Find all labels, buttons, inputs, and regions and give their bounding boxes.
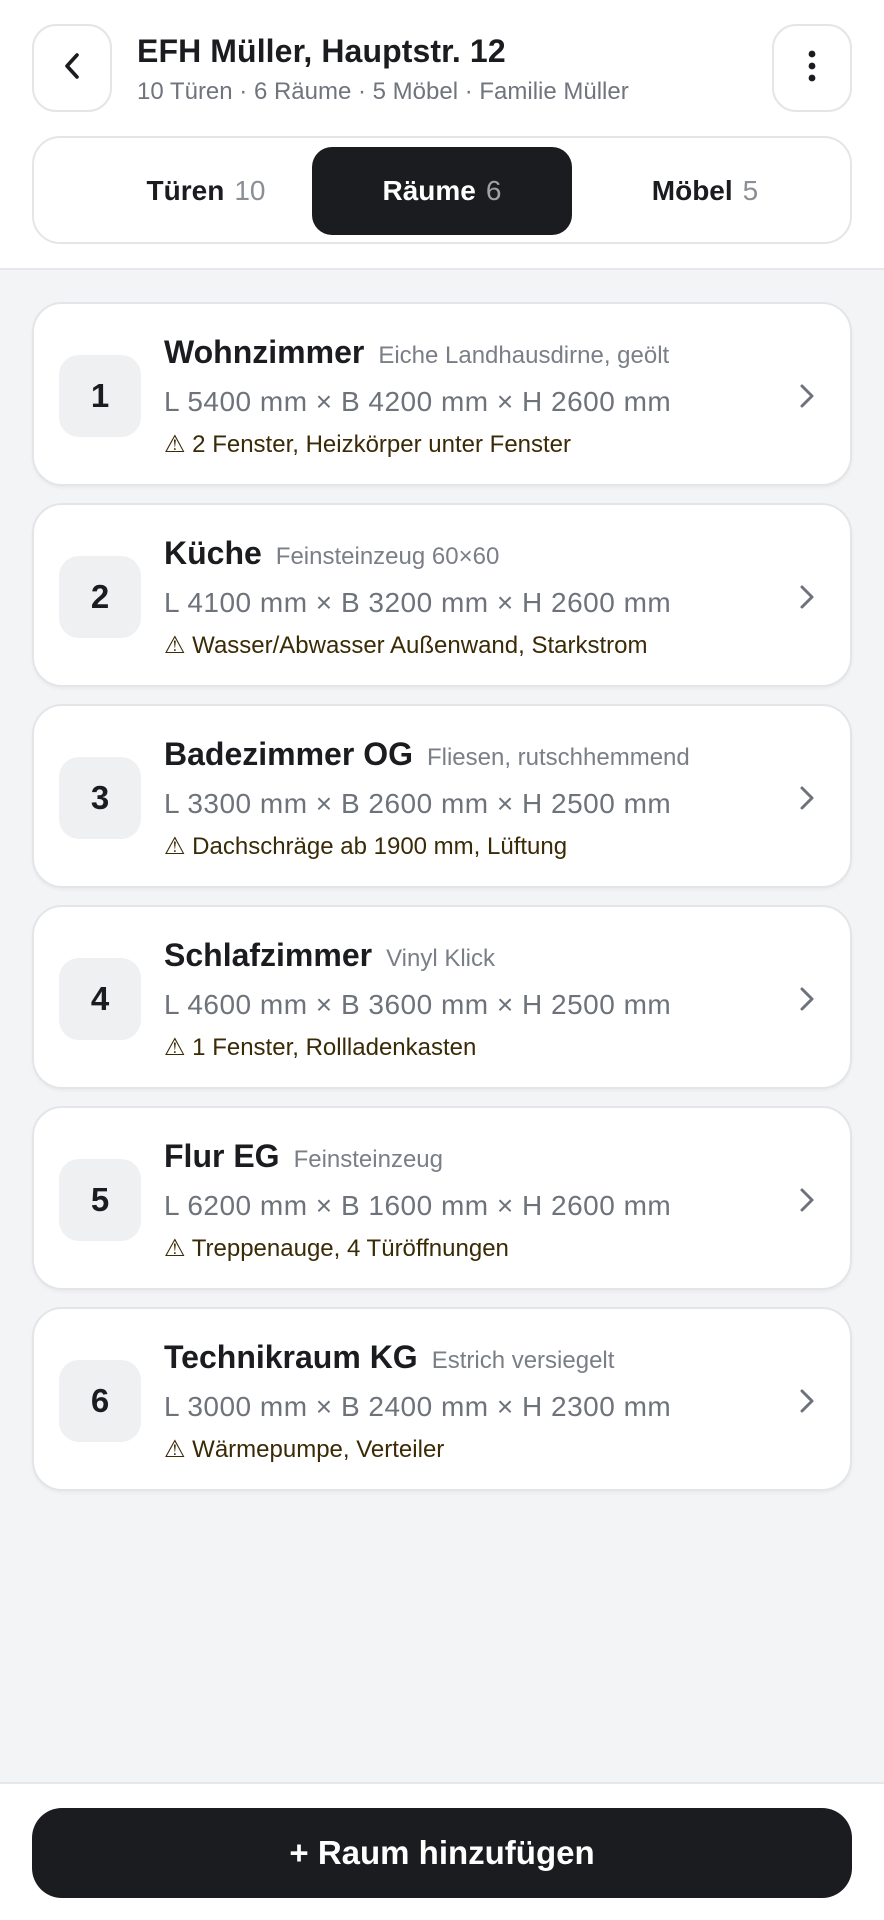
room-warning-note: ⚠ Wasser/Abwasser Außenwand, Starkstrom <box>164 632 648 659</box>
add-room-button[interactable]: + Raum hinzufügen <box>32 1808 852 1898</box>
room-card[interactable]: 5 Flur EG Feinsteinzeug L 6200 mm × B 160… <box>32 1106 852 1290</box>
chevron-right-icon <box>796 983 818 1015</box>
room-warning-note: ⚠ Dachschräge ab 1900 mm, Lüftung <box>164 833 568 860</box>
room-name: Küche <box>164 535 262 571</box>
tab-raeume[interactable]: Räume 6 <box>312 147 572 235</box>
chevron-right-icon <box>796 581 818 613</box>
room-name: Wohnzimmer <box>164 334 365 370</box>
room-number-badge: 3 <box>59 757 141 839</box>
project-title: EFH Müller, Hauptstr. 12 <box>137 33 506 69</box>
tab-label: Türen <box>146 175 225 206</box>
room-number-badge: 6 <box>59 1360 141 1442</box>
room-name: Technikraum KG <box>164 1339 418 1375</box>
room-number-badge: 5 <box>59 1159 141 1241</box>
room-name: Badezimmer OG <box>164 736 413 772</box>
room-dimensions: L 4100 mm × B 3200 mm × H 2600 mm <box>164 587 672 618</box>
room-heading: Badezimmer OG Fliesen, rutschhemmend <box>164 736 690 773</box>
segmented-tabs: Türen 10 Räume 6 Möbel 5 <box>32 136 852 244</box>
room-warning-note: ⚠ 2 Fenster, Heizkörper unter Fenster <box>164 431 572 458</box>
room-card[interactable]: 2 Küche Feinsteinzeug 60×60 L 4100 mm × B… <box>32 503 852 687</box>
tab-label: Möbel <box>651 175 733 206</box>
room-warning-note: ⚠ 1 Fenster, Rollladenkasten <box>164 1034 477 1061</box>
room-dimensions: L 6200 mm × B 1600 mm × H 2600 mm <box>164 1190 672 1221</box>
more-vertical-icon <box>807 49 817 88</box>
room-heading: Küche Feinsteinzeug 60×60 <box>164 535 499 572</box>
header: EFH Müller, Hauptstr. 12 10 Türen · 6 Rä… <box>0 0 884 270</box>
room-number-badge: 2 <box>59 556 141 638</box>
room-name: Flur EG <box>164 1138 280 1174</box>
tab-count: 5 <box>742 175 759 206</box>
room-warning-note: ⚠ Treppenauge, 4 Türöffnungen <box>164 1235 509 1262</box>
room-number-badge: 4 <box>59 958 141 1040</box>
room-floor: Estrich versiegelt <box>431 1347 615 1374</box>
tab-tueren[interactable]: Türen 10 <box>76 147 336 235</box>
chevron-right-icon <box>796 1184 818 1216</box>
room-dimensions: L 5400 mm × B 4200 mm × H 2600 mm <box>164 386 672 417</box>
bottom-action-bar: + Raum hinzufügen <box>0 1782 884 1920</box>
more-options-button[interactable] <box>772 24 852 112</box>
room-floor: Vinyl Klick <box>386 945 496 972</box>
room-heading: Schlafzimmer Vinyl Klick <box>164 937 495 974</box>
room-card[interactable]: 4 Schlafzimmer Vinyl Klick L 4600 mm × B … <box>32 905 852 1089</box>
room-heading: Flur EG Feinsteinzeug <box>164 1138 443 1175</box>
project-subtitle: 10 Türen · 6 Räume · 5 Möbel · Familie M… <box>137 78 629 105</box>
back-button[interactable] <box>32 24 112 112</box>
room-floor: Fliesen, rutschhemmend <box>426 744 690 771</box>
room-list: 1 Wohnzimmer Eiche Landhausdirne, geölt L… <box>32 302 852 1508</box>
chevron-right-icon <box>796 782 818 814</box>
room-dimensions: L 3000 mm × B 2400 mm × H 2300 mm <box>164 1391 672 1422</box>
room-number-badge: 1 <box>59 355 141 437</box>
room-card[interactable]: 3 Badezimmer OG Fliesen, rutschhemmend L … <box>32 704 852 888</box>
project-rooms-screen: EFH Müller, Hauptstr. 12 10 Türen · 6 Rä… <box>0 0 884 1920</box>
room-card[interactable]: 1 Wohnzimmer Eiche Landhausdirne, geölt L… <box>32 302 852 486</box>
room-floor: Eiche Landhausdirne, geölt <box>378 342 670 369</box>
room-heading: Technikraum KG Estrich versiegelt <box>164 1339 614 1376</box>
tab-count: 6 <box>485 175 502 206</box>
room-dimensions: L 3300 mm × B 2600 mm × H 2500 mm <box>164 788 672 819</box>
tab-label: Räume <box>382 175 476 206</box>
chevron-right-icon <box>796 380 818 412</box>
chevron-right-icon <box>796 1385 818 1417</box>
room-heading: Wohnzimmer Eiche Landhausdirne, geölt <box>164 334 669 371</box>
room-card[interactable]: 6 Technikraum KG Estrich versiegelt L 300… <box>32 1307 852 1491</box>
room-name: Schlafzimmer <box>164 937 373 973</box>
room-floor: Feinsteinzeug 60×60 <box>275 543 500 570</box>
chevron-left-icon <box>61 51 83 86</box>
tab-count: 10 <box>234 175 266 206</box>
room-floor: Feinsteinzeug <box>293 1146 443 1173</box>
room-dimensions: L 4600 mm × B 3600 mm × H 2500 mm <box>164 989 672 1020</box>
tab-moebel[interactable]: Möbel 5 <box>575 147 835 235</box>
room-warning-note: ⚠ Wärmepumpe, Verteiler <box>164 1436 445 1463</box>
